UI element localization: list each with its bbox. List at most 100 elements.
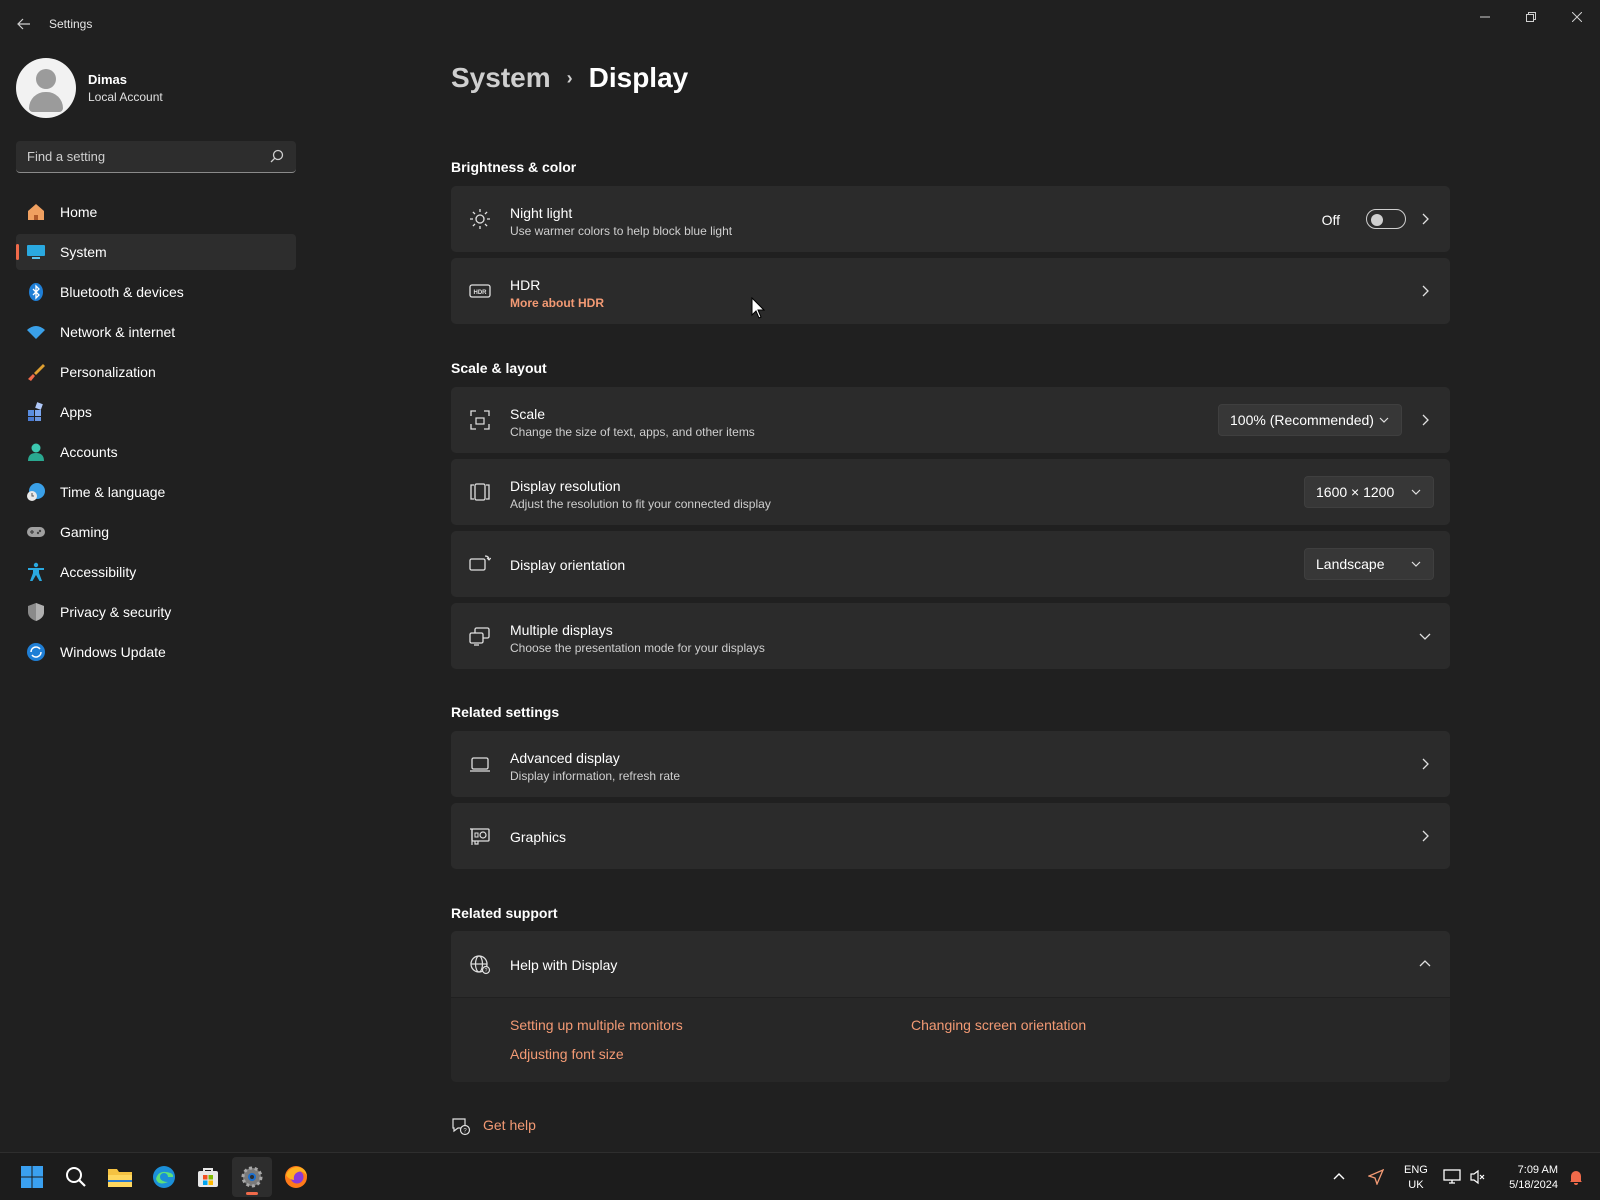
scale-dropdown[interactable]: 100% (Recommended) <box>1218 404 1402 436</box>
sidebar-item-network[interactable]: Network & internet <box>16 314 296 350</box>
taskbar: ENG UK 7:09 AM 5/18/2024 <box>0 1152 1600 1200</box>
chevron-right-icon[interactable] <box>1418 829 1432 843</box>
clock[interactable]: 7:09 AM 5/18/2024 <box>1498 1163 1558 1193</box>
language-indicator[interactable]: ENG UK <box>1404 1163 1428 1193</box>
orientation-value: Landscape <box>1316 556 1385 572</box>
multiple-displays-card[interactable]: Multiple displays Choose the presentatio… <box>451 603 1450 669</box>
resolution-value: 1600 × 1200 <box>1316 484 1395 500</box>
close-button[interactable] <box>1554 4 1600 30</box>
scale-title: Scale <box>510 406 546 422</box>
sidebar-item-windows-update[interactable]: Windows Update <box>16 634 296 670</box>
help-link-font-size[interactable]: Adjusting font size <box>510 1046 624 1062</box>
taskbar-search-button[interactable] <box>56 1157 96 1197</box>
settings-app-button[interactable] <box>232 1157 272 1197</box>
wifi-icon <box>27 326 45 339</box>
sidebar-item-label: Accounts <box>60 444 118 460</box>
sidebar-item-personalization[interactable]: Personalization <box>16 354 296 390</box>
orientation-icon <box>469 555 491 571</box>
language-code: ENG <box>1404 1164 1428 1176</box>
hdr-card[interactable]: HDR HDR More about HDR <box>451 258 1450 324</box>
night-light-card[interactable]: Night light Use warmer colors to help bl… <box>451 186 1450 252</box>
scale-icon <box>470 410 490 430</box>
network-icon <box>1443 1169 1461 1184</box>
advanced-display-title: Advanced display <box>510 750 620 766</box>
file-explorer-button[interactable] <box>100 1157 140 1197</box>
store-button[interactable] <box>188 1157 228 1197</box>
close-icon <box>1572 12 1582 22</box>
sidebar-item-privacy[interactable]: Privacy & security <box>16 594 296 630</box>
brightness-icon <box>470 209 490 229</box>
sidebar-item-label: Home <box>60 204 98 220</box>
start-button[interactable] <box>12 1157 52 1197</box>
restore-button[interactable] <box>1508 4 1554 30</box>
clock-time: 7:09 AM <box>1517 1164 1558 1176</box>
app-title: Settings <box>49 17 93 31</box>
sidebar-item-time-language[interactable]: Time & language <box>16 474 296 510</box>
sidebar-item-gaming[interactable]: Gaming <box>16 514 296 550</box>
breadcrumb-parent[interactable]: System <box>451 62 551 94</box>
bluetooth-icon <box>29 283 43 301</box>
location-tray-button[interactable] <box>1362 1157 1390 1197</box>
sidebar-item-label: Personalization <box>60 364 156 380</box>
location-arrow-icon <box>1368 1169 1384 1185</box>
network-tray-button[interactable] <box>1438 1157 1466 1197</box>
avatar <box>16 58 76 118</box>
shield-icon <box>28 603 44 621</box>
resolution-dropdown[interactable]: 1600 × 1200 <box>1304 476 1434 508</box>
title-bar: Settings <box>0 0 1600 48</box>
sidebar-item-apps[interactable]: Apps <box>16 394 296 430</box>
keyboard-layout: UK <box>1408 1179 1424 1191</box>
sidebar-item-label: Accessibility <box>60 564 137 580</box>
advanced-display-subtitle: Display information, refresh rate <box>510 769 681 783</box>
toggle-knob <box>1371 214 1383 226</box>
night-light-toggle[interactable] <box>1366 209 1406 229</box>
sidebar-item-home[interactable]: Home <box>16 194 296 230</box>
chevron-right-icon[interactable] <box>1418 413 1432 427</box>
help-link-multiple-monitors[interactable]: Setting up multiple monitors <box>510 1017 683 1033</box>
chevron-down-icon[interactable] <box>1418 629 1432 643</box>
volume-tray-button[interactable] <box>1464 1157 1492 1197</box>
hdr-icon: HDR <box>469 284 491 298</box>
edge-icon <box>153 1166 175 1188</box>
sidebar-item-accessibility[interactable]: Accessibility <box>16 554 296 590</box>
breadcrumb: System › Display <box>451 58 688 98</box>
system-icon <box>27 245 45 259</box>
start-icon <box>21 1166 43 1188</box>
user-profile[interactable]: Dimas Local Account <box>16 58 296 118</box>
chevron-right-icon[interactable] <box>1418 284 1432 298</box>
chevron-right-icon[interactable] <box>1418 757 1432 771</box>
graphics-card[interactable]: Graphics <box>451 803 1450 869</box>
firefox-button[interactable] <box>276 1157 316 1197</box>
sidebar-item-label: Privacy & security <box>60 604 172 620</box>
orientation-dropdown[interactable]: Landscape <box>1304 548 1434 580</box>
sidebar-item-system[interactable]: System <box>16 234 296 270</box>
back-button[interactable] <box>12 12 36 36</box>
sidebar-item-bluetooth[interactable]: Bluetooth & devices <box>16 274 296 310</box>
clock-date: 5/18/2024 <box>1509 1179 1558 1191</box>
tray-overflow-button[interactable] <box>1325 1157 1353 1197</box>
chevron-right-icon[interactable] <box>1418 212 1432 226</box>
multiple-displays-icon <box>469 627 490 646</box>
more-about-hdr-link[interactable]: More about HDR <box>510 296 604 310</box>
night-light-title: Night light <box>510 205 573 221</box>
help-with-display-card[interactable]: ? Help with Display <box>451 931 1450 997</box>
accounts-icon <box>28 443 44 461</box>
search-input[interactable] <box>16 141 256 171</box>
edge-button[interactable] <box>144 1157 184 1197</box>
sidebar-item-accounts[interactable]: Accounts <box>16 434 296 470</box>
night-light-subtitle: Use warmer colors to help block blue lig… <box>510 224 733 238</box>
search-box[interactable] <box>16 141 296 173</box>
search-icon[interactable] <box>270 149 284 163</box>
hdr-title: HDR <box>510 277 541 293</box>
advanced-display-card[interactable]: Advanced display Display information, re… <box>451 731 1450 797</box>
notifications-button[interactable] <box>1562 1157 1590 1197</box>
help-link-screen-orientation[interactable]: Changing screen orientation <box>911 1017 1086 1033</box>
night-light-state: Off <box>1321 212 1340 228</box>
chevron-up-icon[interactable] <box>1418 957 1432 971</box>
scale-card[interactable]: Scale Change the size of text, apps, and… <box>451 387 1450 453</box>
restore-icon <box>1526 12 1536 22</box>
chevron-down-icon <box>1379 417 1389 423</box>
minimize-button[interactable] <box>1462 4 1508 30</box>
search-icon <box>66 1167 86 1187</box>
firefox-icon <box>285 1166 307 1188</box>
